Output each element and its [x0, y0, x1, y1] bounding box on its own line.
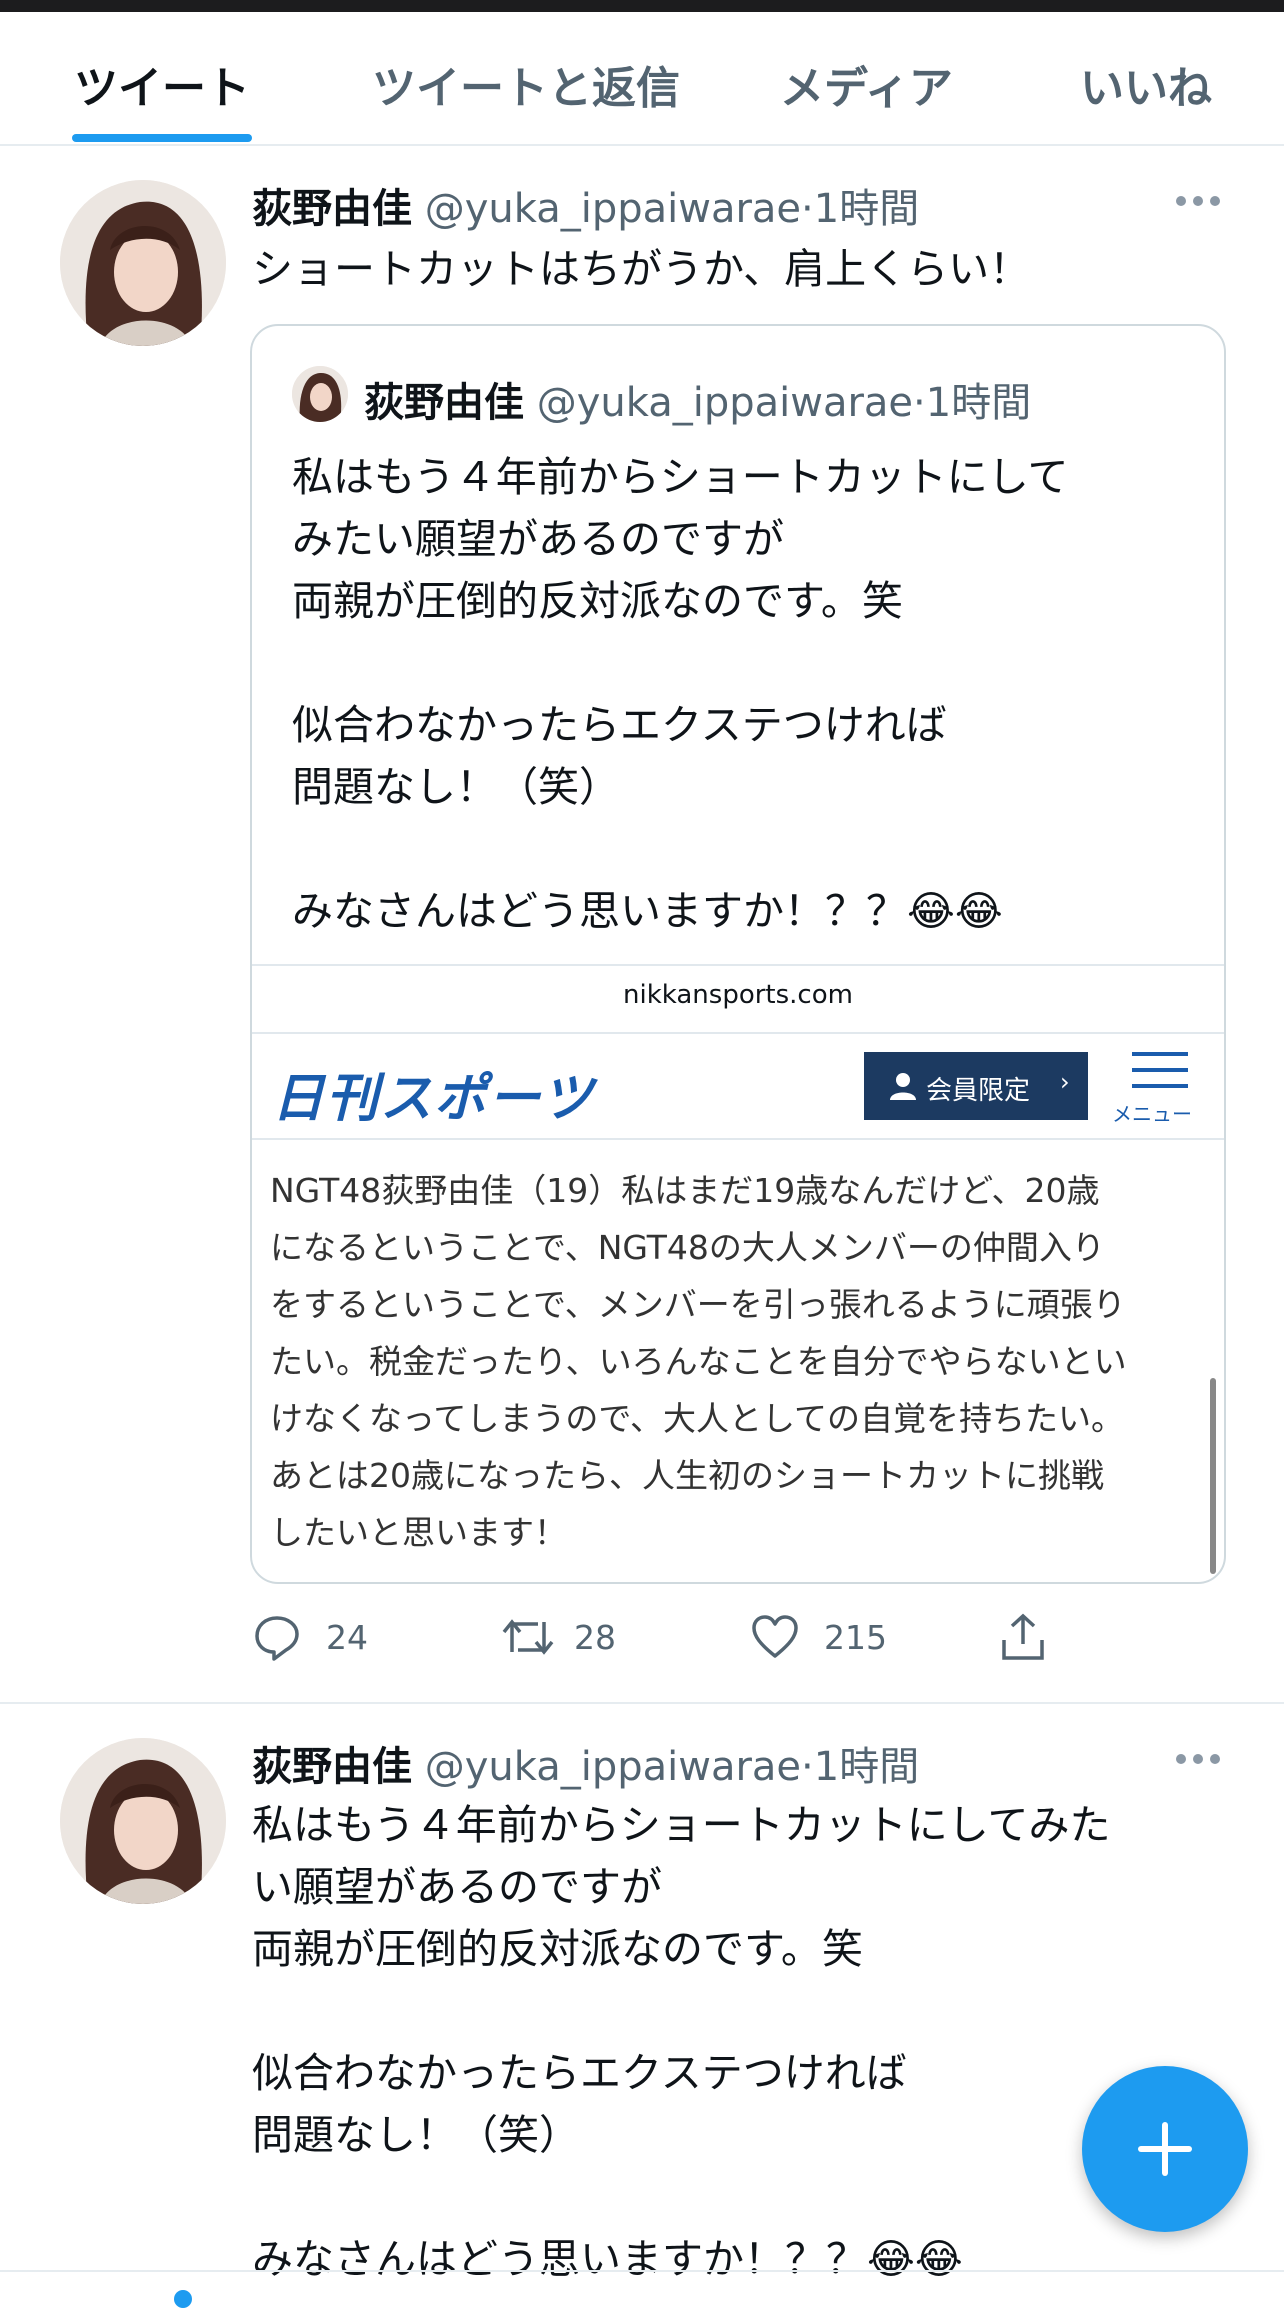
quote-text: 私はもう４年前からショートカットにして みたい願望があるのですが 両親が圧倒的反…	[292, 453, 1069, 935]
tweet-header: 荻野由佳 @yuka_ippaiwarae·1時間	[252, 176, 919, 234]
quote-separator-dot: ·	[913, 380, 926, 426]
compose-tweet-button[interactable]	[1082, 2066, 1248, 2232]
member-only-button[interactable]: 会員限定 ›	[864, 1052, 1088, 1120]
bottom-nav-border	[0, 2270, 1284, 2272]
nikkan-sports-logo: 日刊スポーツ	[272, 1069, 595, 1129]
avatar[interactable]	[60, 1738, 226, 1904]
person-icon	[890, 1073, 916, 1100]
profile-tabs: ツイート ツイートと返信 メディア いいね	[0, 12, 1284, 146]
like-icon	[752, 1615, 798, 1658]
link-card[interactable]: nikkansports.com 日刊スポーツ 会員限定 › メニュー NGT4…	[252, 964, 1224, 1582]
reply-count: 24	[326, 1618, 368, 1657]
home-notification-dot	[174, 2290, 192, 2308]
share-icon	[1002, 1613, 1044, 1660]
tab-likes[interactable]: いいね	[1080, 52, 1212, 116]
tweet-time[interactable]: 1時間	[814, 1744, 919, 1790]
tab-tweets[interactable]: ツイート	[74, 52, 250, 116]
author-name[interactable]: 荻野由佳	[252, 186, 412, 232]
quote-author-handle: @yuka_ippaiwarae	[536, 380, 914, 426]
separator-dot: ·	[801, 186, 814, 232]
separator-dot: ·	[801, 1744, 814, 1790]
quote-avatar	[292, 366, 348, 422]
like-count: 215	[824, 1618, 887, 1657]
retweet-count: 28	[574, 1618, 616, 1657]
quote-time: 1時間	[925, 380, 1032, 426]
card-site-header: 日刊スポーツ 会員限定 › メニュー	[252, 1032, 1224, 1140]
scrollbar[interactable]	[1210, 1378, 1216, 1574]
menu-label: メニュー	[1112, 1102, 1192, 1126]
author-handle[interactable]: @yuka_ippaiwarae	[425, 1744, 801, 1790]
more-icon[interactable]	[1176, 196, 1220, 206]
active-tab-indicator	[72, 134, 252, 142]
quote-author-name: 荻野由佳	[364, 380, 524, 426]
quoted-tweet[interactable]: 荻野由佳 @yuka_ippaiwarae·1時間 私はもう４年前からショートカ…	[250, 324, 1226, 1584]
member-only-label: 会員限定	[926, 1076, 1031, 1106]
article-excerpt: NGT48荻野由佳（19）私はまだ19歳なんだけど、20歳 になるということで、…	[270, 1171, 1127, 1552]
reply-icon	[255, 1616, 299, 1661]
author-handle[interactable]: @yuka_ippaiwarae	[425, 186, 801, 232]
retweet-icon	[502, 1619, 554, 1655]
hamburger-menu-icon[interactable]	[1128, 1052, 1192, 1092]
tweet-header: 荻野由佳 @yuka_ippaiwarae·1時間	[252, 1734, 919, 1792]
status-bar-strip	[0, 0, 1284, 12]
tweet-text: ショートカットはちがうか、肩上くらい！	[252, 245, 1031, 293]
quote-header: 荻野由佳 @yuka_ippaiwarae·1時間	[364, 370, 1031, 428]
tab-media[interactable]: メディア	[780, 52, 953, 116]
tweet-text: 私はもう４年前からショートカットにしてみた い願望があるのですが 両親が圧倒的反…	[252, 1801, 1111, 2283]
tab-tweets-and-replies[interactable]: ツイートと返信	[372, 52, 680, 116]
card-domain: nikkansports.com	[623, 980, 853, 1010]
tweet-time[interactable]: 1時間	[814, 186, 919, 232]
tweet-divider	[0, 1702, 1284, 1704]
chevron-right-icon: ›	[1060, 1068, 1070, 1096]
avatar[interactable]	[60, 180, 226, 346]
more-icon[interactable]	[1176, 1754, 1220, 1764]
author-name[interactable]: 荻野由佳	[252, 1744, 412, 1790]
